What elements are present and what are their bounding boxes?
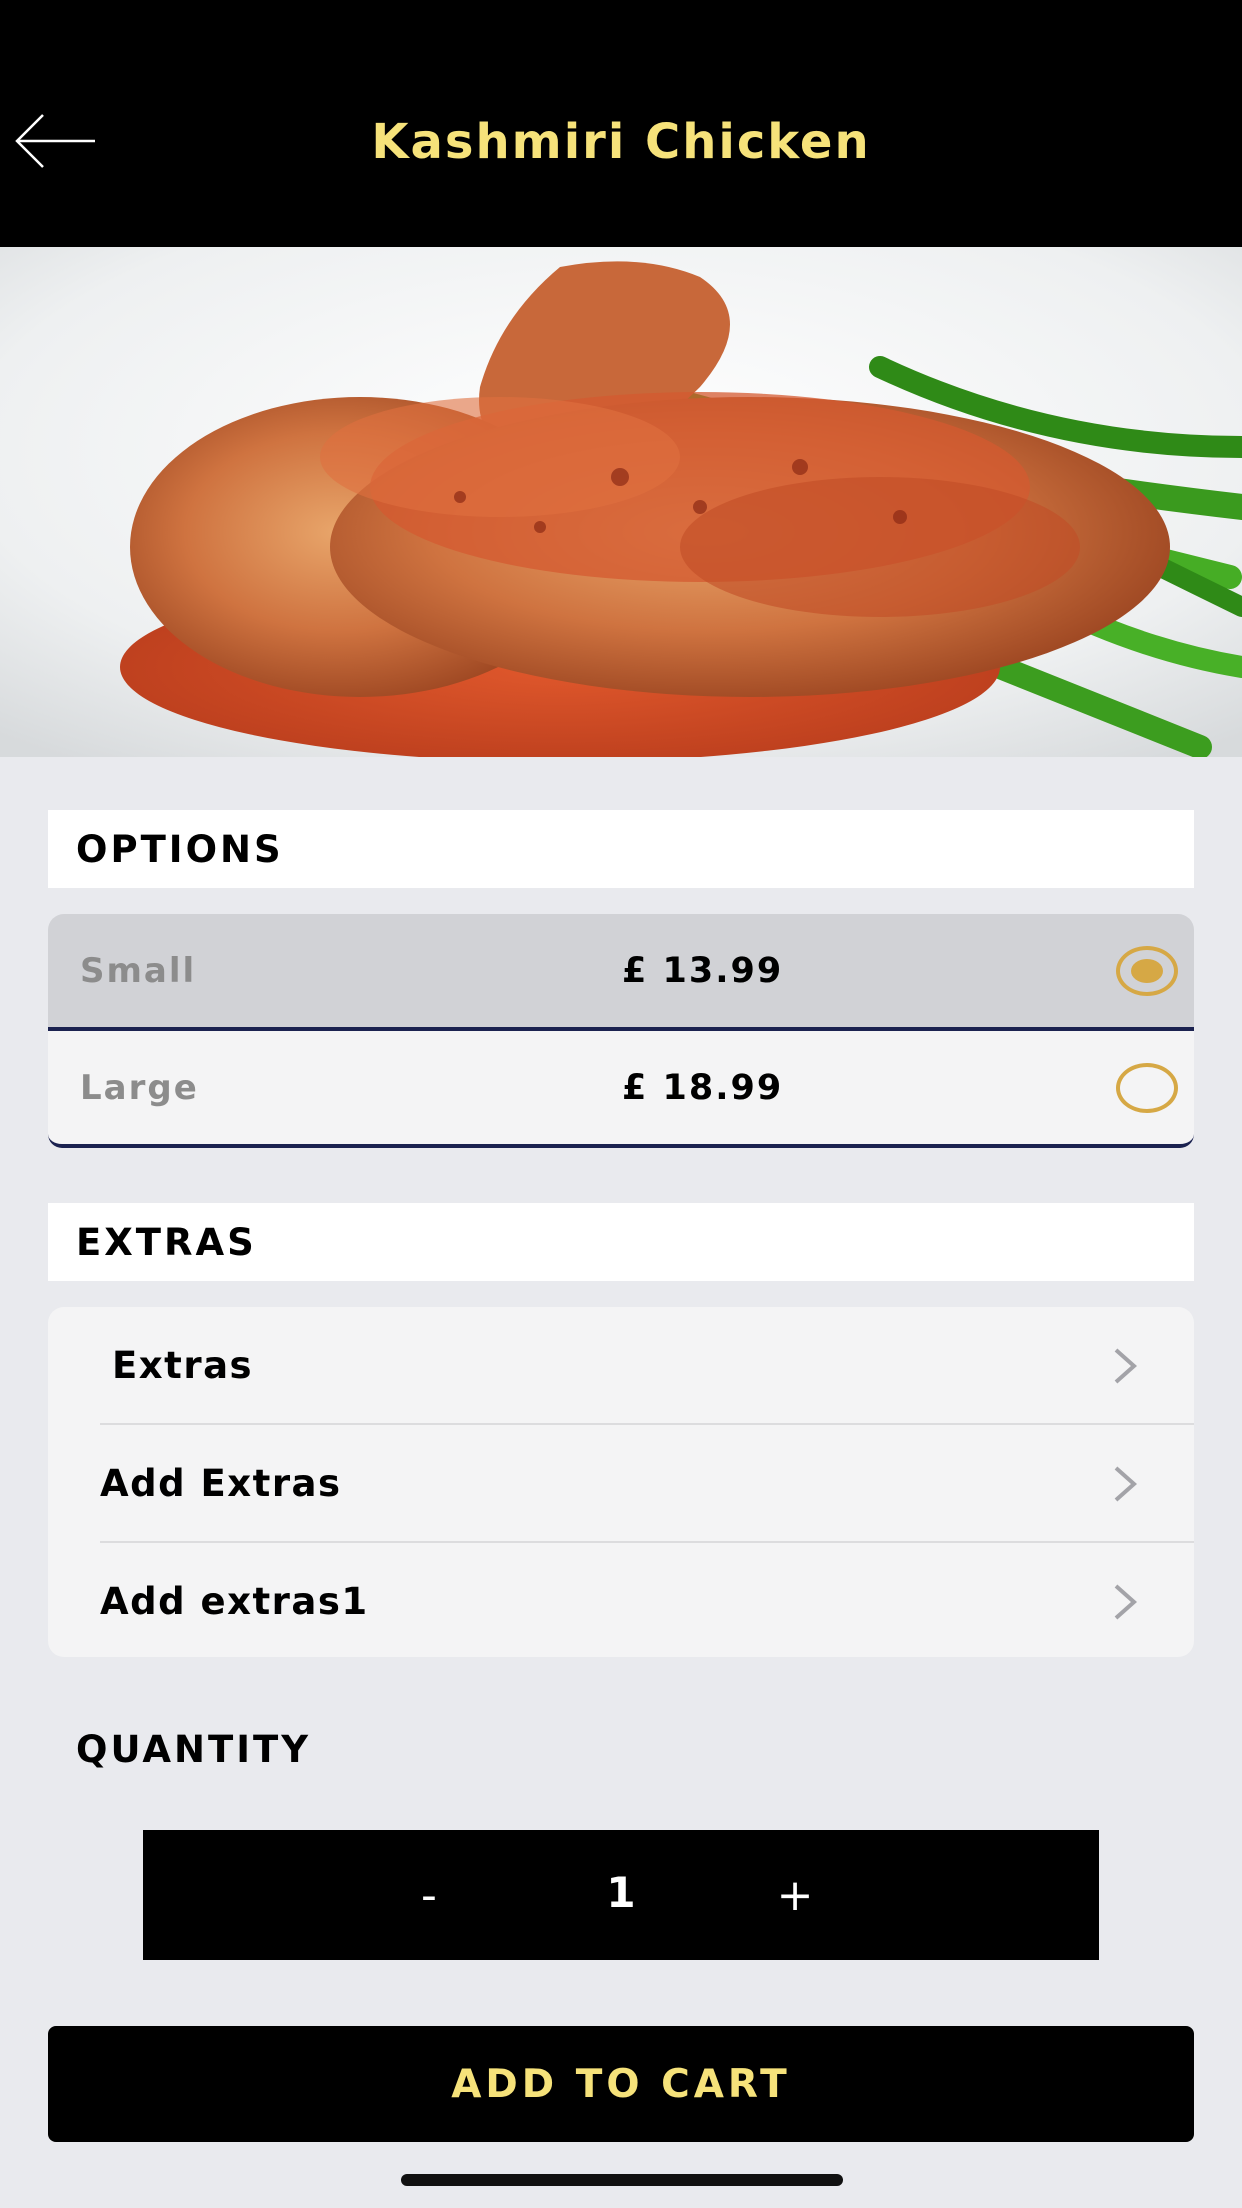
page-title: Kashmiri Chicken — [371, 114, 871, 170]
option-price: £ 13.99 — [622, 950, 784, 991]
option-name: Small — [80, 950, 197, 991]
chevron-right-icon — [1110, 1464, 1140, 1504]
extras-item-label: Add Extras — [100, 1462, 342, 1505]
quantity-stepper: - 1 + — [143, 1830, 1099, 1960]
extras-item[interactable]: Add Extras — [48, 1425, 1194, 1542]
extras-item[interactable]: Add extras1 — [48, 1543, 1194, 1657]
home-indicator — [401, 2174, 843, 2186]
increment-button[interactable]: + — [735, 1830, 855, 1960]
radio-selected-icon[interactable] — [1116, 945, 1178, 996]
extras-heading: EXTRAS — [76, 1220, 257, 1264]
option-small[interactable]: Small £ 13.99 — [48, 914, 1194, 1031]
quantity-value: 1 — [606, 1868, 636, 1917]
extras-item[interactable]: Extras — [48, 1307, 1194, 1424]
add-to-cart-button[interactable]: ADD TO CART — [48, 2026, 1194, 2142]
chevron-right-icon — [1110, 1346, 1140, 1386]
chevron-right-icon — [1110, 1582, 1140, 1622]
extras-item-label: Extras — [112, 1344, 254, 1387]
option-price: £ 18.99 — [622, 1067, 784, 1108]
options-heading: OPTIONS — [76, 827, 284, 871]
option-large[interactable]: Large £ 18.99 — [48, 1031, 1194, 1148]
extras-list: Extras Add Extras Add extras1 — [48, 1307, 1194, 1657]
option-name: Large — [80, 1067, 199, 1108]
options-header: OPTIONS — [48, 810, 1194, 888]
extras-item-label: Add extras1 — [100, 1580, 369, 1623]
quantity-heading: QUANTITY — [76, 1728, 311, 1771]
extras-header: EXTRAS — [48, 1203, 1194, 1281]
top-bar: Kashmiri Chicken — [0, 0, 1242, 247]
decrement-button[interactable]: - — [369, 1830, 489, 1960]
radio-unselected-icon[interactable] — [1116, 1062, 1178, 1113]
dish-image — [0, 247, 1242, 757]
